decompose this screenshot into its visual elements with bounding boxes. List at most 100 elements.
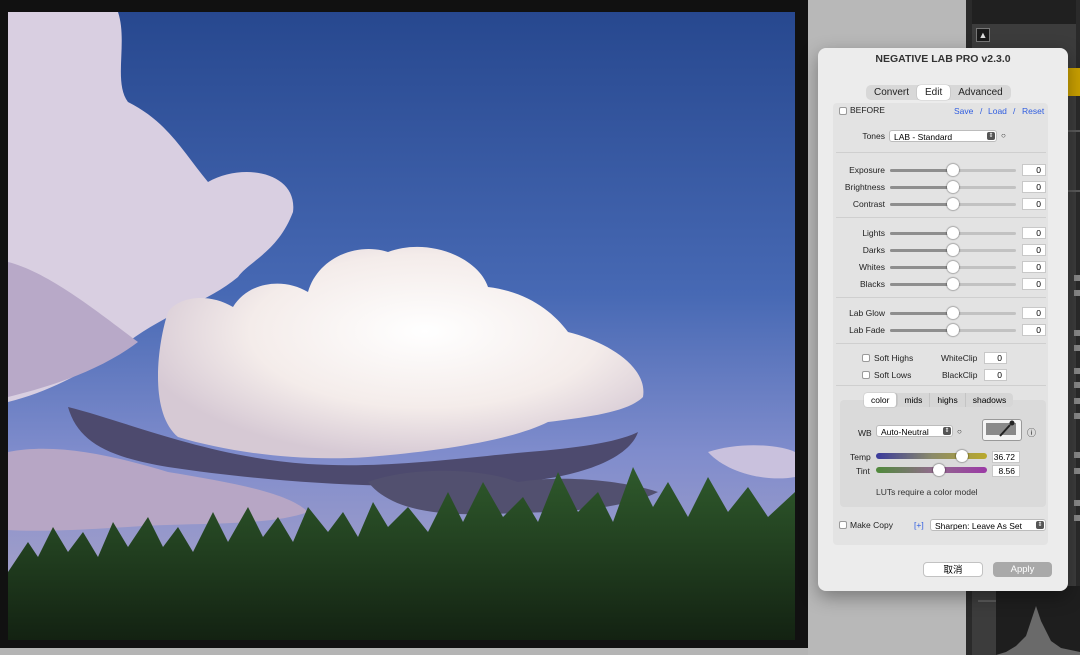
before-label: BEFORE xyxy=(850,105,885,115)
soft-lows-label: Soft Lows xyxy=(874,370,912,380)
contrast-value[interactable]: 0 xyxy=(1022,198,1046,210)
slider-handle[interactable] xyxy=(1074,330,1080,336)
slider-handle[interactable] xyxy=(1074,345,1080,351)
tab-mids[interactable]: mids xyxy=(897,393,931,407)
darks-knob[interactable] xyxy=(947,244,959,256)
blacks-knob[interactable] xyxy=(947,278,959,290)
brightness-knob[interactable] xyxy=(947,181,959,193)
lab-fade-knob[interactable] xyxy=(947,324,959,336)
divider xyxy=(836,385,1046,386)
circle-option-icon[interactable]: ○ xyxy=(1001,131,1006,140)
brightness-label: Brightness xyxy=(844,182,885,192)
load-link[interactable]: Load xyxy=(988,106,1007,116)
soft-highs-checkbox[interactable] xyxy=(862,354,870,362)
tab-shadows[interactable]: shadows xyxy=(966,393,1014,407)
add-button[interactable]: [+] xyxy=(914,520,924,530)
info-icon[interactable]: ⓘ xyxy=(1027,426,1036,439)
tint-value[interactable]: 8.56 xyxy=(992,465,1020,477)
select-arrows-icon: ⇕ xyxy=(943,427,951,435)
slider-handle[interactable] xyxy=(1074,515,1080,521)
tint-label: Tint xyxy=(856,466,870,476)
slider-handle[interactable] xyxy=(1074,368,1080,374)
slider-handle[interactable] xyxy=(1074,290,1080,296)
contrast-label: Contrast xyxy=(852,199,885,209)
cancel-button[interactable]: 取消 xyxy=(923,562,983,577)
collapse-up-icon[interactable]: ▲ xyxy=(976,28,990,42)
slider-handle[interactable] xyxy=(1074,382,1080,388)
tab-advanced[interactable]: Advanced xyxy=(950,85,1010,100)
lights-value[interactable]: 0 xyxy=(1022,227,1046,239)
whites-value[interactable]: 0 xyxy=(1022,261,1046,273)
slider-handle[interactable] xyxy=(1074,500,1080,506)
darks-label: Darks xyxy=(862,245,885,255)
temp-value[interactable]: 36.72 xyxy=(992,451,1020,463)
temp-label: Temp xyxy=(850,452,871,462)
lab-glow-value[interactable]: 0 xyxy=(1022,307,1046,319)
make-copy-label: Make Copy xyxy=(850,520,893,530)
tones-select[interactable]: LAB - Standard ⇕ xyxy=(889,130,997,142)
select-arrows-icon: ⇕ xyxy=(987,132,995,140)
contrast-knob[interactable] xyxy=(947,198,959,210)
lab-glow-knob[interactable] xyxy=(947,307,959,319)
exposure-value[interactable]: 0 xyxy=(1022,164,1046,176)
wb-label: WB xyxy=(858,428,872,438)
tones-label: Tones xyxy=(862,131,885,141)
before-checkbox[interactable] xyxy=(839,107,847,115)
soft-highs-label: Soft Highs xyxy=(874,353,914,363)
eyedropper-icon xyxy=(999,420,1015,437)
whites-label: Whites xyxy=(859,262,885,272)
divider xyxy=(836,152,1046,153)
blacks-value[interactable]: 0 xyxy=(1022,278,1046,290)
tab-edit[interactable]: Edit xyxy=(917,85,951,100)
lights-knob[interactable] xyxy=(947,227,959,239)
color-tabs: color mids highs shadows xyxy=(864,393,1014,407)
temp-slider[interactable] xyxy=(876,453,987,459)
blacks-label: Blacks xyxy=(859,279,885,289)
slider-handle[interactable] xyxy=(1074,413,1080,419)
whiteclip-label: WhiteClip xyxy=(941,353,978,363)
reset-link[interactable]: Reset xyxy=(1022,106,1044,116)
whiteclip-value[interactable]: 0 xyxy=(984,352,1007,364)
darks-value[interactable]: 0 xyxy=(1022,244,1046,256)
divider xyxy=(836,343,1046,344)
temp-knob[interactable] xyxy=(956,450,968,462)
select-arrows-icon: ⇕ xyxy=(1036,521,1044,529)
exposure-knob[interactable] xyxy=(947,164,959,176)
exposure-label: Exposure xyxy=(849,165,885,175)
circle-option-icon[interactable]: ○ xyxy=(957,427,962,436)
luts-note: LUTs require a color model xyxy=(876,487,978,497)
tab-color[interactable]: color xyxy=(864,393,898,407)
blackclip-label: BlackClip xyxy=(942,370,978,380)
lab-glow-label: Lab Glow xyxy=(849,308,885,318)
brightness-value[interactable]: 0 xyxy=(1022,181,1046,193)
make-copy-checkbox[interactable] xyxy=(839,521,847,529)
dialog-title: NEGATIVE LAB PRO v2.3.0 xyxy=(875,53,1011,65)
separator-slash: / xyxy=(1013,106,1016,116)
tab-convert[interactable]: Convert xyxy=(866,85,917,100)
main-tabs: Convert Edit Advanced xyxy=(866,85,1011,100)
divider xyxy=(836,297,1046,298)
thumbnail[interactable] xyxy=(1066,68,1080,96)
tones-select-value: LAB - Standard xyxy=(894,132,953,142)
slider-handle[interactable] xyxy=(1074,468,1080,474)
apply-button[interactable]: Apply xyxy=(993,562,1052,577)
slider-handle[interactable] xyxy=(1074,275,1080,281)
sharpen-select-value: Sharpen: Leave As Set xyxy=(935,521,1022,531)
slider-handle[interactable] xyxy=(1074,398,1080,404)
blackclip-value[interactable]: 0 xyxy=(984,369,1007,381)
tint-slider[interactable] xyxy=(876,467,987,473)
tab-highs[interactable]: highs xyxy=(930,393,966,407)
histogram xyxy=(996,586,1080,655)
wb-select[interactable]: Auto-Neutral ⇕ xyxy=(876,425,953,437)
slider-handle[interactable] xyxy=(1074,452,1080,458)
whites-knob[interactable] xyxy=(947,261,959,273)
lab-fade-label: Lab Fade xyxy=(849,325,885,335)
soft-lows-checkbox[interactable] xyxy=(862,371,870,379)
film-scan-image xyxy=(8,12,795,640)
lights-label: Lights xyxy=(862,228,885,238)
lab-fade-value[interactable]: 0 xyxy=(1022,324,1046,336)
sharpen-select[interactable]: Sharpen: Leave As Set ⇕ xyxy=(930,519,1046,531)
eyedropper-button[interactable] xyxy=(982,419,1022,441)
save-link[interactable]: Save xyxy=(954,106,973,116)
tint-knob[interactable] xyxy=(933,464,945,476)
